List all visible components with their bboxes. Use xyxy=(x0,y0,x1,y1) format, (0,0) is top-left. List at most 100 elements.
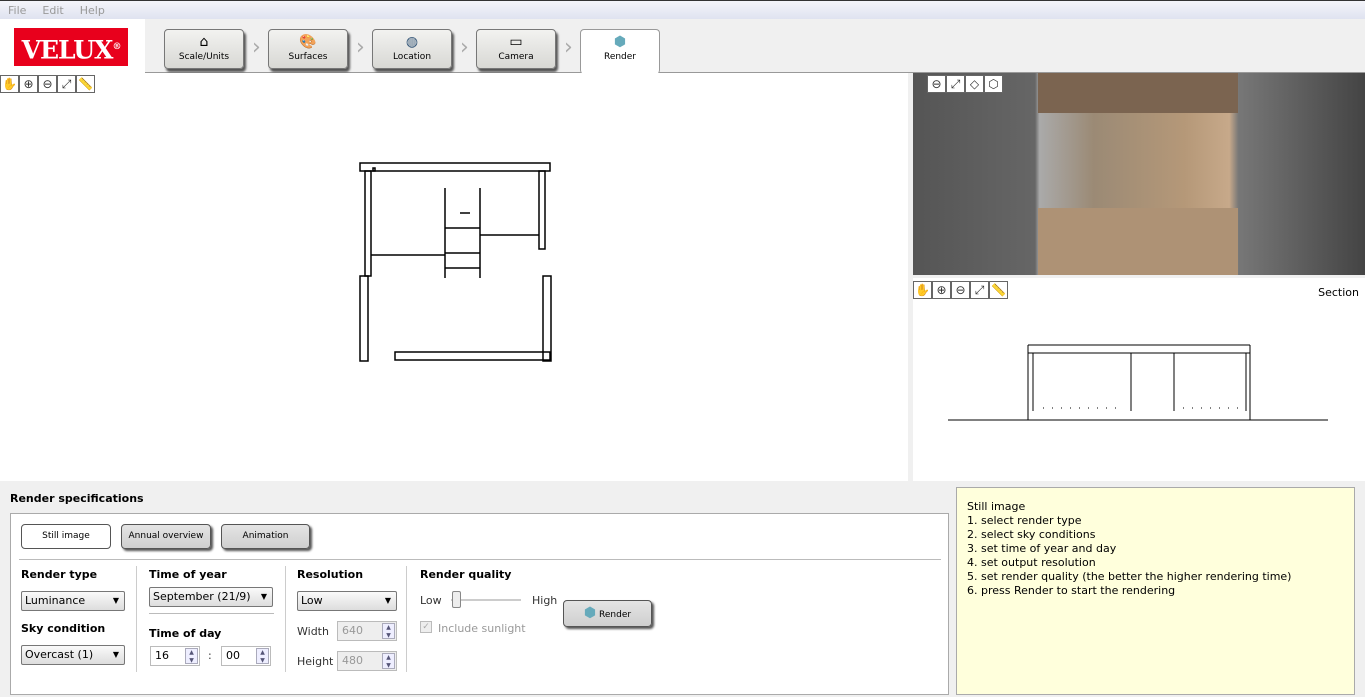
include-sunlight-label: Include sunlight xyxy=(438,622,526,635)
cube-view-icon[interactable]: ⬡ xyxy=(984,75,1003,93)
zoom-extents-icon[interactable]: ⤢ xyxy=(946,75,965,93)
zoom-out-icon[interactable]: ⊖ xyxy=(951,281,970,299)
spinner-arrows-icon: ▲ ▼ xyxy=(382,623,395,639)
rendered-ceiling xyxy=(1038,73,1238,113)
tab-label: Camera xyxy=(498,52,534,62)
step-arrow-icon: › xyxy=(252,35,261,60)
plan-view[interactable]: ✋ ⊕ ⊖ ⤢ 📏 xyxy=(0,73,908,481)
zoom-extents-icon[interactable]: ⤢ xyxy=(57,75,76,93)
tab-surfaces[interactable]: 🎨 Surfaces xyxy=(268,29,348,69)
zoom-extents-icon[interactable]: ⤢ xyxy=(970,281,989,299)
section-view[interactable]: ✋ ⊕ ⊖ ⤢ 📏 Section xyxy=(913,278,1365,481)
camera-icon: ▭ xyxy=(509,34,523,50)
render-specs-title: Render specifications xyxy=(10,492,144,505)
logo-text: VELUX xyxy=(21,35,114,65)
time-separator: : xyxy=(208,649,212,662)
section-drawing xyxy=(948,344,1328,421)
menu-edit[interactable]: Edit xyxy=(34,1,71,17)
tab-camera[interactable]: ▭ Camera xyxy=(476,29,556,69)
tab-label: Scale/Units xyxy=(178,52,230,62)
hour-value: 16 xyxy=(155,649,169,662)
rendered-floor xyxy=(1038,208,1238,275)
resolution-select[interactable]: Low xyxy=(297,591,397,611)
help-line: 1. select render type xyxy=(967,514,1082,527)
render-quality-label: Render quality xyxy=(420,568,512,581)
spinner-arrows-icon: ▲ ▼ xyxy=(382,653,395,669)
3d-toolbar: ⊖ ⤢ ◇ ⬡ xyxy=(927,75,1003,93)
sky-condition-label: Sky condition xyxy=(21,622,106,635)
tab-render[interactable]: ⬢ Render xyxy=(580,29,660,74)
render-specs-panel: Still image Annual overview Animation Re… xyxy=(10,513,949,695)
step-arrow-icon: › xyxy=(356,35,365,60)
divider xyxy=(285,566,286,672)
house-icon: ⌂ xyxy=(199,34,209,50)
divider xyxy=(136,566,137,672)
tab-label: Location xyxy=(392,52,432,62)
height-label: Height xyxy=(297,655,334,668)
height-spinner[interactable]: 480 ▲ ▼ xyxy=(337,651,397,671)
render-crystal-icon: ⬢ xyxy=(613,34,627,50)
quality-high-label: High xyxy=(532,594,558,607)
divider xyxy=(149,613,274,614)
step-arrow-icon: › xyxy=(460,35,469,60)
measure-ruler-icon[interactable]: 📏 xyxy=(76,75,95,93)
menu-bar: File Edit Help xyxy=(0,0,1365,19)
velux-logo: VELUX® xyxy=(14,28,128,66)
help-line: 2. select sky conditions xyxy=(967,528,1096,541)
menu-file[interactable]: File xyxy=(0,1,34,17)
help-line: 5. set render quality (the better the hi… xyxy=(967,570,1292,583)
tab-location[interactable]: ◍ Location xyxy=(372,29,452,69)
width-label: Width xyxy=(297,625,329,638)
render-type-select[interactable]: Luminance xyxy=(21,591,125,611)
divider xyxy=(19,559,941,560)
render-button[interactable]: ⬢ Render xyxy=(563,600,652,627)
spinner-arrows-icon[interactable]: ▲ ▼ xyxy=(256,648,269,664)
menu-help[interactable]: Help xyxy=(72,1,113,17)
box-view-icon[interactable]: ◇ xyxy=(965,75,984,93)
time-of-day-label: Time of day xyxy=(149,627,222,640)
zoom-out-icon[interactable]: ⊖ xyxy=(927,75,946,93)
spinner-arrows-icon[interactable]: ▲ ▼ xyxy=(185,648,198,664)
render-type-label: Render type xyxy=(21,568,98,581)
3d-render-view[interactable]: ⊖ ⤢ ◇ ⬡ xyxy=(913,73,1365,275)
quality-low-label: Low xyxy=(420,594,442,607)
width-value: 640 xyxy=(342,624,363,637)
pan-hand-icon[interactable]: ✋ xyxy=(0,75,19,93)
animation-button[interactable]: Animation xyxy=(221,524,310,549)
help-line: 6. press Render to start the rendering xyxy=(967,584,1176,597)
width-spinner[interactable]: 640 ▲ ▼ xyxy=(337,621,397,641)
include-sunlight-checkbox[interactable]: ✓ xyxy=(420,621,432,633)
hour-spinner[interactable]: 16 ▲ ▼ xyxy=(150,646,200,666)
resolution-label: Resolution xyxy=(297,568,364,581)
section-label: Section xyxy=(1318,286,1359,299)
globe-icon: ◍ xyxy=(405,34,419,50)
help-line: Still image xyxy=(967,500,1026,513)
pan-hand-icon[interactable]: ✋ xyxy=(913,281,932,299)
divider xyxy=(406,566,407,672)
help-line: 3. set time of year and day xyxy=(967,542,1117,555)
time-of-year-select[interactable]: September (21/9) xyxy=(149,587,273,607)
time-of-year-label: Time of year xyxy=(149,568,227,581)
floor-plan-drawing xyxy=(359,162,552,362)
tab-label: Surfaces xyxy=(288,52,328,62)
quality-slider-thumb[interactable] xyxy=(452,591,461,608)
zoom-in-icon[interactable]: ⊕ xyxy=(19,75,38,93)
sky-condition-select[interactable]: Overcast (1) xyxy=(21,645,125,665)
minute-spinner[interactable]: 00 ▲ ▼ xyxy=(221,646,271,666)
help-line: 4. set output resolution xyxy=(967,556,1096,569)
minute-value: 00 xyxy=(226,649,240,662)
height-value: 480 xyxy=(342,654,363,667)
section-toolbar: ✋ ⊕ ⊖ ⤢ 📏 xyxy=(913,281,1008,299)
measure-ruler-icon[interactable]: 📏 xyxy=(989,281,1008,299)
render-button-label: Render xyxy=(599,610,632,620)
render-crystal-icon: ⬢ xyxy=(583,605,597,621)
still-image-button[interactable]: Still image xyxy=(21,524,111,549)
palette-icon: 🎨 xyxy=(299,34,317,50)
tab-scale-units[interactable]: ⌂ Scale/Units xyxy=(164,29,244,69)
tab-label: Render xyxy=(603,52,637,62)
quality-slider-track[interactable] xyxy=(451,599,521,601)
zoom-out-icon[interactable]: ⊖ xyxy=(38,75,57,93)
zoom-in-icon[interactable]: ⊕ xyxy=(932,281,951,299)
plan-toolbar: ✋ ⊕ ⊖ ⤢ 📏 xyxy=(0,75,95,93)
annual-overview-button[interactable]: Annual overview xyxy=(121,524,211,549)
